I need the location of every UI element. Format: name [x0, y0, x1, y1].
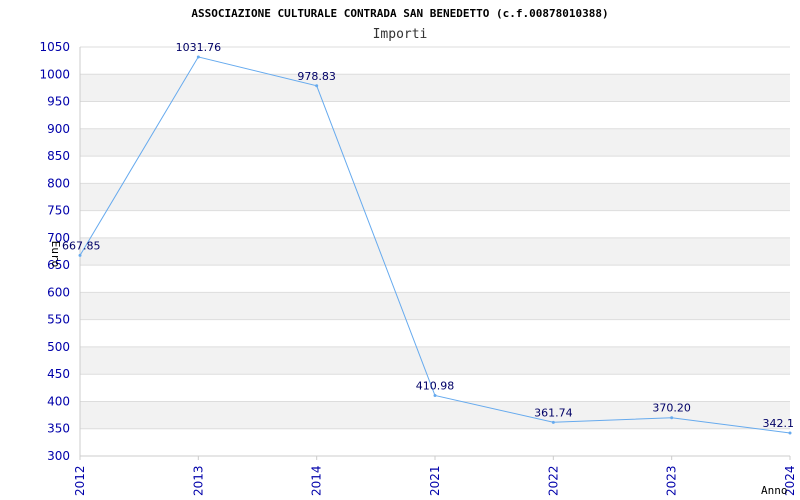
x-tick-label: 2013	[191, 465, 205, 496]
grid-band	[80, 128, 790, 157]
grid-band	[80, 428, 790, 456]
data-label: 667.85	[62, 239, 101, 252]
grid-band	[80, 156, 790, 184]
x-tick-label: 2012	[73, 465, 87, 496]
grid-band	[80, 237, 790, 266]
y-tick-label: 900	[47, 122, 70, 136]
grid-band	[80, 101, 790, 129]
grid-band	[80, 265, 790, 293]
data-label: 370.20	[652, 402, 691, 415]
x-tick-label: 2022	[546, 465, 560, 496]
data-point	[551, 420, 555, 424]
data-label: 978.83	[297, 70, 336, 83]
y-tick-label: 450	[47, 367, 70, 381]
y-tick-label: 550	[47, 313, 70, 327]
x-tick-label: 2023	[665, 465, 679, 496]
y-tick-label: 300	[47, 449, 70, 463]
y-tick-label: 1050	[39, 40, 70, 54]
data-point	[670, 416, 674, 420]
data-point	[788, 431, 792, 435]
y-tick-label: 350	[47, 422, 70, 436]
grid-band	[80, 346, 790, 375]
grid-band	[80, 183, 790, 211]
y-tick-label: 750	[47, 204, 70, 218]
x-tick-label: 2014	[310, 465, 324, 496]
y-tick-label: 500	[47, 340, 70, 354]
y-tick-label: 800	[47, 176, 70, 190]
grid-band	[80, 292, 790, 320]
line-chart: 3003504004505005506006507007508008509009…	[39, 7, 797, 497]
data-point	[78, 253, 82, 257]
data-point	[433, 393, 437, 397]
data-label: 410.98	[416, 379, 455, 392]
chart-subtitle: Importi	[373, 27, 428, 42]
grid-band	[80, 210, 790, 238]
x-tick-label: 2021	[428, 465, 442, 496]
data-point	[315, 84, 319, 88]
data-label: 1031.76	[176, 41, 222, 54]
y-tick-label: 950	[47, 95, 70, 109]
chart-title: ASSOCIAZIONE CULTURALE CONTRADA SAN BENE…	[191, 7, 608, 20]
data-label: 342.1	[763, 417, 795, 430]
data-point	[196, 55, 200, 59]
grid-band	[80, 319, 790, 347]
y-tick-label: 1000	[39, 67, 70, 81]
y-axis-label: Euro	[49, 241, 62, 268]
y-tick-label: 600	[47, 285, 70, 299]
y-tick-label: 400	[47, 394, 70, 408]
y-tick-label: 850	[47, 149, 70, 163]
x-tick-labels: 2012 2013 2014 2021 2022 2023 2024	[73, 456, 797, 496]
grid-band	[80, 74, 790, 102]
data-label: 361.74	[534, 406, 573, 419]
x-axis-label: Anno	[761, 484, 788, 497]
